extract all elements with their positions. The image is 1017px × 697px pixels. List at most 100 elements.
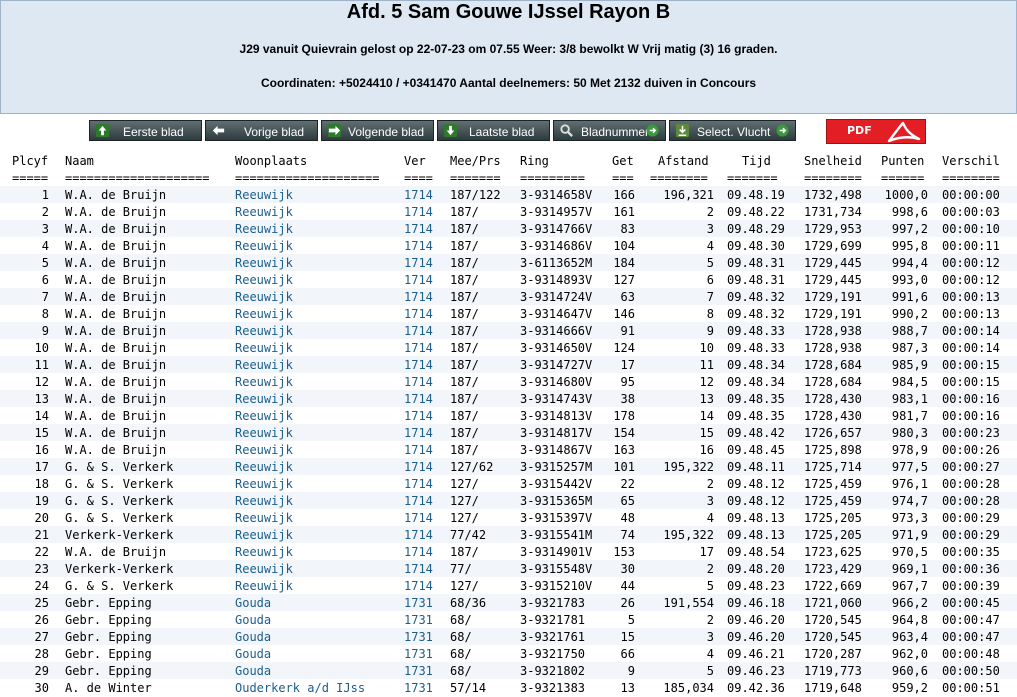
cell-woonplaats[interactable]: Gouda [235, 596, 400, 610]
cell-ver[interactable]: 1714 [404, 205, 436, 219]
select-flight-button[interactable]: Select. Vlucht [669, 120, 796, 141]
cell-ver[interactable]: 1714 [404, 511, 436, 525]
cell-woonplaats[interactable]: Reeuwijk [235, 545, 400, 559]
cell-tijd: 09.48.42 [727, 426, 785, 440]
cell-woonplaats[interactable]: Reeuwijk [235, 307, 400, 321]
cell-woonplaats[interactable]: Reeuwijk [235, 273, 400, 287]
cell-ring: 3-9321783 [520, 596, 586, 610]
cell-ver[interactable]: 1714 [404, 273, 436, 287]
cell-ver[interactable]: 1714 [404, 307, 436, 321]
cell-ver[interactable]: 1731 [404, 596, 436, 610]
cell-ver[interactable]: 1714 [404, 341, 436, 355]
cell-ver[interactable]: 1714 [404, 426, 436, 440]
next-page-button[interactable]: Volgende blad [321, 120, 434, 141]
cell-woonplaats[interactable]: Reeuwijk [235, 358, 400, 372]
cell-woonplaats[interactable]: Reeuwijk [235, 205, 400, 219]
cell-verschil: 00:00:13 [942, 307, 1000, 321]
cell-get: 17 [620, 358, 635, 372]
cell-ver[interactable]: 1714 [404, 409, 436, 423]
cell-meeprs: 187/ [450, 239, 479, 253]
cell-woonplaats[interactable]: Reeuwijk [235, 494, 400, 508]
cell-get: 154 [613, 426, 635, 440]
cell-afstand: 2 [706, 477, 714, 491]
last-page-button[interactable]: Laatste blad [437, 120, 550, 141]
cell-ver[interactable]: 1731 [404, 681, 436, 695]
pdf-button[interactable]: PDF [826, 119, 926, 144]
table-header-row: Plcyf Naam Woonplaats Ver Mee/Prs Ring Get Afst… [0, 152, 1017, 169]
cell-ver[interactable]: 1714 [404, 188, 436, 202]
cell-snelheid: 1731,734 [804, 205, 862, 219]
cell-woonplaats[interactable]: Gouda [235, 613, 400, 627]
cell-punten: 991,6 [891, 290, 928, 304]
cell-woonplaats[interactable]: Reeuwijk [235, 222, 400, 236]
cell-woonplaats[interactable]: Reeuwijk [235, 528, 400, 542]
cell-woonplaats[interactable]: Reeuwijk [235, 239, 400, 253]
cell-punten: 997,2 [891, 222, 928, 236]
cell-afstand: 191,554 [663, 596, 714, 610]
cell-woonplaats[interactable]: Reeuwijk [235, 562, 400, 576]
page-number-label: Bladnummer [581, 125, 650, 139]
cell-ver[interactable]: 1714 [404, 290, 436, 304]
cell-woonplaats[interactable]: Reeuwijk [235, 426, 400, 440]
cell-woonplaats[interactable]: Reeuwijk [235, 477, 400, 491]
cell-ver[interactable]: 1714 [404, 443, 436, 457]
cell-woonplaats[interactable]: Gouda [235, 630, 400, 644]
cell-meeprs: 187/ [450, 375, 479, 389]
cell-woonplaats[interactable]: Reeuwijk [235, 256, 400, 270]
cell-ver[interactable]: 1714 [404, 392, 436, 406]
cell-woonplaats[interactable]: Gouda [235, 647, 400, 661]
cell-ver[interactable]: 1714 [404, 562, 436, 576]
cell-woonplaats[interactable]: Reeuwijk [235, 188, 400, 202]
cell-woonplaats[interactable]: Reeuwijk [235, 324, 400, 338]
cell-ver[interactable]: 1714 [404, 460, 436, 474]
cell-woonplaats[interactable]: Reeuwijk [235, 341, 400, 355]
cell-ver[interactable]: 1714 [404, 256, 436, 270]
table-body: 1 W.A. de Bruijn Reeuwijk 1714 187/122 3-9314… [0, 186, 1017, 696]
cell-verschil: 00:00:14 [942, 341, 1000, 355]
cell-ver[interactable]: 1714 [404, 528, 436, 542]
cell-get: 104 [613, 239, 635, 253]
cell-plcyf: 24 [34, 579, 49, 593]
page-number-button[interactable]: Bladnummer [553, 120, 666, 141]
cell-punten: 971,9 [891, 528, 928, 542]
cell-ver[interactable]: 1714 [404, 579, 436, 593]
cell-woonplaats[interactable]: Gouda [235, 664, 400, 678]
cell-woonplaats[interactable]: Reeuwijk [235, 375, 400, 389]
cell-tijd: 09.48.31 [727, 273, 785, 287]
previous-page-button[interactable]: Vorige blad [205, 120, 318, 141]
cell-woonplaats[interactable]: Reeuwijk [235, 409, 400, 423]
cell-woonplaats[interactable]: Ouderkerk a/d IJss [235, 681, 400, 695]
cell-plcyf: 12 [34, 375, 49, 389]
cell-plcyf: 10 [34, 341, 49, 355]
cell-ver[interactable]: 1731 [404, 664, 436, 678]
cell-woonplaats[interactable]: Reeuwijk [235, 460, 400, 474]
cell-get: 161 [613, 205, 635, 219]
cell-tijd: 09.46.18 [727, 596, 785, 610]
cell-ver[interactable]: 1714 [404, 239, 436, 253]
cell-ver[interactable]: 1731 [404, 647, 436, 661]
cell-verschil: 00:00:28 [942, 477, 1000, 491]
table-row: 29 Gebr. Epping Gouda 1731 68/3-9321802 9 5 09.… [0, 662, 1017, 679]
cell-ver[interactable]: 1714 [404, 375, 436, 389]
cell-verschil: 00:00:10 [942, 222, 1000, 236]
cell-ver[interactable]: 1714 [404, 222, 436, 236]
first-page-button[interactable]: Eerste blad [89, 120, 202, 141]
cell-ver[interactable]: 1714 [404, 358, 436, 372]
cell-tijd: 09.48.32 [727, 307, 785, 321]
cell-ver[interactable]: 1731 [404, 630, 436, 644]
cell-ring: 3-9321781 [520, 613, 586, 627]
cell-woonplaats[interactable]: Reeuwijk [235, 511, 400, 525]
cell-ver[interactable]: 1714 [404, 545, 436, 559]
cell-snelheid: 1728,430 [804, 409, 862, 423]
cell-ver[interactable]: 1714 [404, 494, 436, 508]
cell-woonplaats[interactable]: Reeuwijk [235, 443, 400, 457]
cell-woonplaats[interactable]: Reeuwijk [235, 290, 400, 304]
cell-woonplaats[interactable]: Reeuwijk [235, 392, 400, 406]
cell-ver[interactable]: 1714 [404, 477, 436, 491]
cell-woonplaats[interactable]: Reeuwijk [235, 579, 400, 593]
column-header-naam: Naam [65, 154, 94, 168]
cell-afstand: 9 [706, 324, 714, 338]
cell-ver[interactable]: 1731 [404, 613, 436, 627]
cell-snelheid: 1723,429 [804, 562, 862, 576]
cell-ver[interactable]: 1714 [404, 324, 436, 338]
